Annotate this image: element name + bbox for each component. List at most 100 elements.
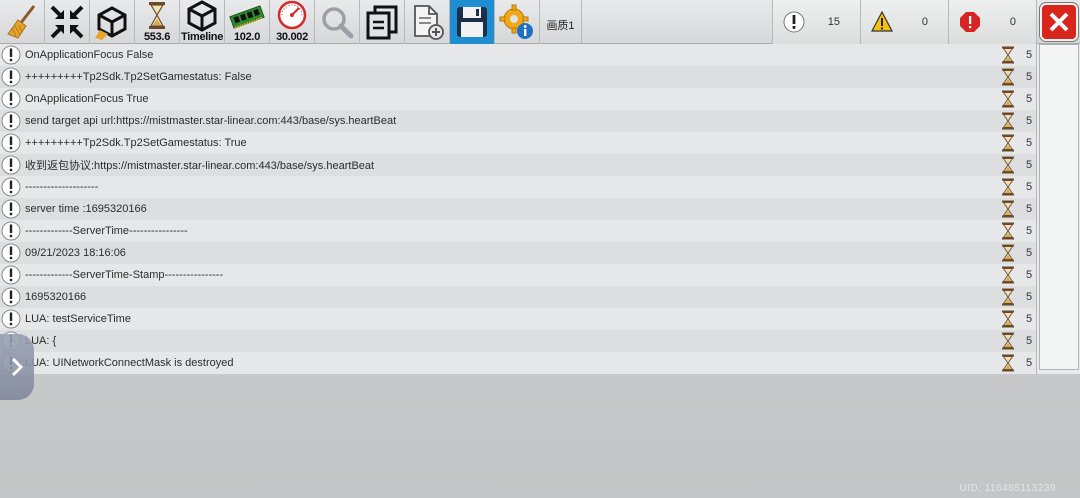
log-count: 5 bbox=[1026, 225, 1033, 237]
copy-button[interactable] bbox=[360, 0, 405, 44]
fps-value: 30.002 bbox=[276, 31, 308, 43]
hourglass-icon bbox=[1002, 354, 1014, 372]
log-message: LUA: UINetworkConnectMask is destroyed bbox=[25, 357, 234, 369]
log-count: 5 bbox=[1026, 115, 1033, 127]
log-count: 5 bbox=[1026, 291, 1033, 303]
log-count: 5 bbox=[1026, 49, 1033, 61]
info-icon bbox=[783, 11, 805, 33]
expand-side-tab[interactable] bbox=[0, 334, 34, 400]
log-message: send target api url:https://mistmaster.s… bbox=[25, 115, 397, 127]
log-message: +++++++++Tp2Sdk.Tp2SetGamestatus: True bbox=[25, 137, 247, 149]
warning-count: 0 bbox=[921, 16, 928, 28]
broom-icon bbox=[7, 5, 36, 39]
log-message: 收到返包协议:https://mistmaster.star-linear.co… bbox=[25, 160, 375, 172]
log-row[interactable]: -------------------- 5 bbox=[0, 176, 1036, 198]
log-row[interactable]: server time :1695320166 5 bbox=[0, 198, 1036, 220]
memory-value: 102.0 bbox=[233, 31, 261, 43]
log-count: 5 bbox=[1026, 181, 1033, 193]
unity-clear-button[interactable] bbox=[90, 0, 135, 44]
settings-button[interactable] bbox=[495, 0, 540, 44]
quality-button[interactable]: 画质1 bbox=[540, 0, 582, 43]
scrollbar[interactable] bbox=[1036, 44, 1080, 374]
log-row[interactable]: +++++++++Tp2Sdk.Tp2SetGamestatus: False 5 bbox=[0, 66, 1036, 88]
log-row[interactable]: +++++++++Tp2Sdk.Tp2SetGamestatus: True 5 bbox=[0, 132, 1036, 154]
close-button[interactable] bbox=[1036, 0, 1080, 44]
info-icon bbox=[1, 177, 21, 197]
new-file-button[interactable] bbox=[405, 0, 450, 44]
info-icon bbox=[1, 309, 21, 329]
hourglass-icon bbox=[1002, 288, 1014, 306]
warning-counter[interactable]: 0 bbox=[860, 0, 948, 44]
hourglass-icon bbox=[1002, 90, 1014, 108]
log-message: -------------------- bbox=[25, 181, 99, 193]
chevron-right-icon bbox=[11, 357, 24, 377]
timer-stat[interactable]: 553.6 bbox=[135, 0, 180, 44]
log-row[interactable]: LUA: testServiceTime 5 bbox=[0, 308, 1036, 330]
info-count: 15 bbox=[827, 16, 840, 28]
hourglass-icon bbox=[1002, 134, 1014, 152]
hourglass-icon bbox=[1002, 200, 1014, 218]
close-button-face bbox=[1039, 3, 1078, 41]
error-counter[interactable]: 0 bbox=[948, 0, 1036, 44]
fps-stat[interactable]: 30.002 bbox=[270, 0, 315, 44]
log-count: 5 bbox=[1026, 71, 1033, 83]
log-message: LUA: { bbox=[25, 335, 57, 347]
log-message: OnApplicationFocus True bbox=[25, 93, 149, 105]
save-button[interactable] bbox=[450, 0, 495, 44]
log-count: 5 bbox=[1026, 203, 1033, 215]
log-message: server time :1695320166 bbox=[25, 203, 147, 215]
log-row[interactable]: LUA: { 5 bbox=[0, 330, 1036, 352]
log-row[interactable]: OnApplicationFocus True 5 bbox=[0, 88, 1036, 110]
copy-icon bbox=[366, 5, 398, 40]
log-count: 5 bbox=[1026, 137, 1033, 149]
log-row[interactable]: -------------ServerTime---------------- 5 bbox=[0, 220, 1036, 242]
search-button[interactable] bbox=[315, 0, 360, 44]
log-count: 5 bbox=[1026, 159, 1033, 171]
info-icon bbox=[1, 287, 21, 307]
log-message: 1695320166 bbox=[25, 291, 87, 303]
collapse-button[interactable] bbox=[45, 0, 90, 44]
log-row[interactable]: -------------ServerTime-Stamp-----------… bbox=[0, 264, 1036, 286]
memory-chip-icon bbox=[229, 5, 265, 29]
scroll-thumb[interactable] bbox=[1039, 44, 1079, 370]
unity-logo-icon bbox=[187, 0, 217, 32]
info-icon bbox=[1, 45, 21, 65]
speedometer-icon bbox=[277, 0, 307, 30]
log-row[interactable]: LUA: UINetworkConnectMask is destroyed 5 bbox=[0, 352, 1036, 374]
log-message: +++++++++Tp2Sdk.Tp2SetGamestatus: False bbox=[25, 71, 252, 83]
uid-watermark: UID: 116465113239 bbox=[959, 483, 1056, 494]
info-icon bbox=[1, 89, 21, 109]
toolbar: 553.6 Timeline 102.0 30.002 画质1 15 0 0 bbox=[0, 0, 1080, 44]
info-icon bbox=[1, 111, 21, 131]
log-row[interactable]: 09/21/2023 18:16:06 5 bbox=[0, 242, 1036, 264]
log-row[interactable]: send target api url:https://mistmaster.s… bbox=[0, 110, 1036, 132]
info-icon bbox=[1, 133, 21, 153]
close-icon bbox=[1049, 12, 1068, 32]
log-row[interactable]: OnApplicationFocus False 5 bbox=[0, 44, 1036, 66]
log-row[interactable]: 收到返包协议:https://mistmaster.star-linear.co… bbox=[0, 154, 1036, 176]
timeline-label: Timeline bbox=[180, 31, 224, 43]
hourglass-icon bbox=[149, 2, 165, 29]
log-message: OnApplicationFocus False bbox=[25, 49, 154, 61]
log-row[interactable]: 1695320166 5 bbox=[0, 286, 1036, 308]
warning-icon bbox=[871, 11, 893, 32]
memory-stat[interactable]: 102.0 bbox=[225, 0, 270, 44]
log-count: 5 bbox=[1026, 335, 1033, 347]
log-message: 09/21/2023 18:16:06 bbox=[25, 247, 126, 259]
clear-button[interactable] bbox=[0, 0, 45, 44]
log-count: 5 bbox=[1026, 247, 1033, 259]
log-message: -------------ServerTime---------------- bbox=[25, 225, 188, 237]
timeline-button[interactable]: Timeline bbox=[180, 0, 225, 44]
gear-info-icon bbox=[499, 4, 533, 39]
hourglass-icon bbox=[1002, 244, 1014, 262]
hourglass-icon bbox=[1002, 266, 1014, 284]
hourglass-icon bbox=[1002, 310, 1014, 328]
error-count: 0 bbox=[1009, 16, 1016, 28]
info-icon bbox=[1, 265, 21, 285]
log-list[interactable]: OnApplicationFocus False 5 +++++++++Tp2Sdk… bbox=[0, 44, 1036, 374]
info-counter[interactable]: 15 bbox=[772, 0, 860, 44]
search-icon bbox=[322, 7, 354, 39]
collapse-arrows-icon bbox=[50, 5, 84, 39]
toolbar-spacer bbox=[582, 0, 772, 43]
info-icon bbox=[1, 199, 21, 219]
